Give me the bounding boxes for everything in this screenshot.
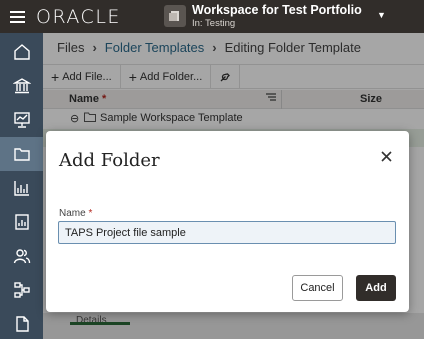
folder-icon[interactable] (0, 137, 43, 171)
report-icon[interactable] (0, 205, 43, 239)
menu-icon[interactable] (0, 0, 34, 33)
add-folder-dialog: Add Folder Name * Cancel Add (46, 131, 409, 312)
monitor-chart-icon[interactable] (0, 103, 43, 137)
cancel-button[interactable]: Cancel (292, 275, 343, 301)
workspace-title[interactable]: Workspace for Test Portfolio (192, 3, 362, 17)
close-icon[interactable] (377, 147, 395, 165)
chevron-down-icon[interactable]: ▼ (377, 10, 386, 20)
side-nav (0, 33, 43, 339)
oracle-logo: ORACLE (36, 5, 121, 28)
name-field[interactable] (58, 221, 396, 244)
bank-icon[interactable] (0, 69, 43, 103)
document-icon[interactable] (0, 307, 43, 339)
workspace-icon (164, 5, 186, 27)
dialog-title: Add Folder (59, 150, 160, 171)
add-button[interactable]: Add (356, 275, 396, 301)
name-field-label: Name * (59, 208, 93, 219)
users-icon[interactable] (0, 239, 43, 273)
bar-chart-icon[interactable] (0, 171, 43, 205)
workflow-icon[interactable] (0, 273, 43, 307)
home-icon[interactable] (0, 35, 43, 69)
workspace-subtitle: In: Testing (192, 18, 236, 29)
